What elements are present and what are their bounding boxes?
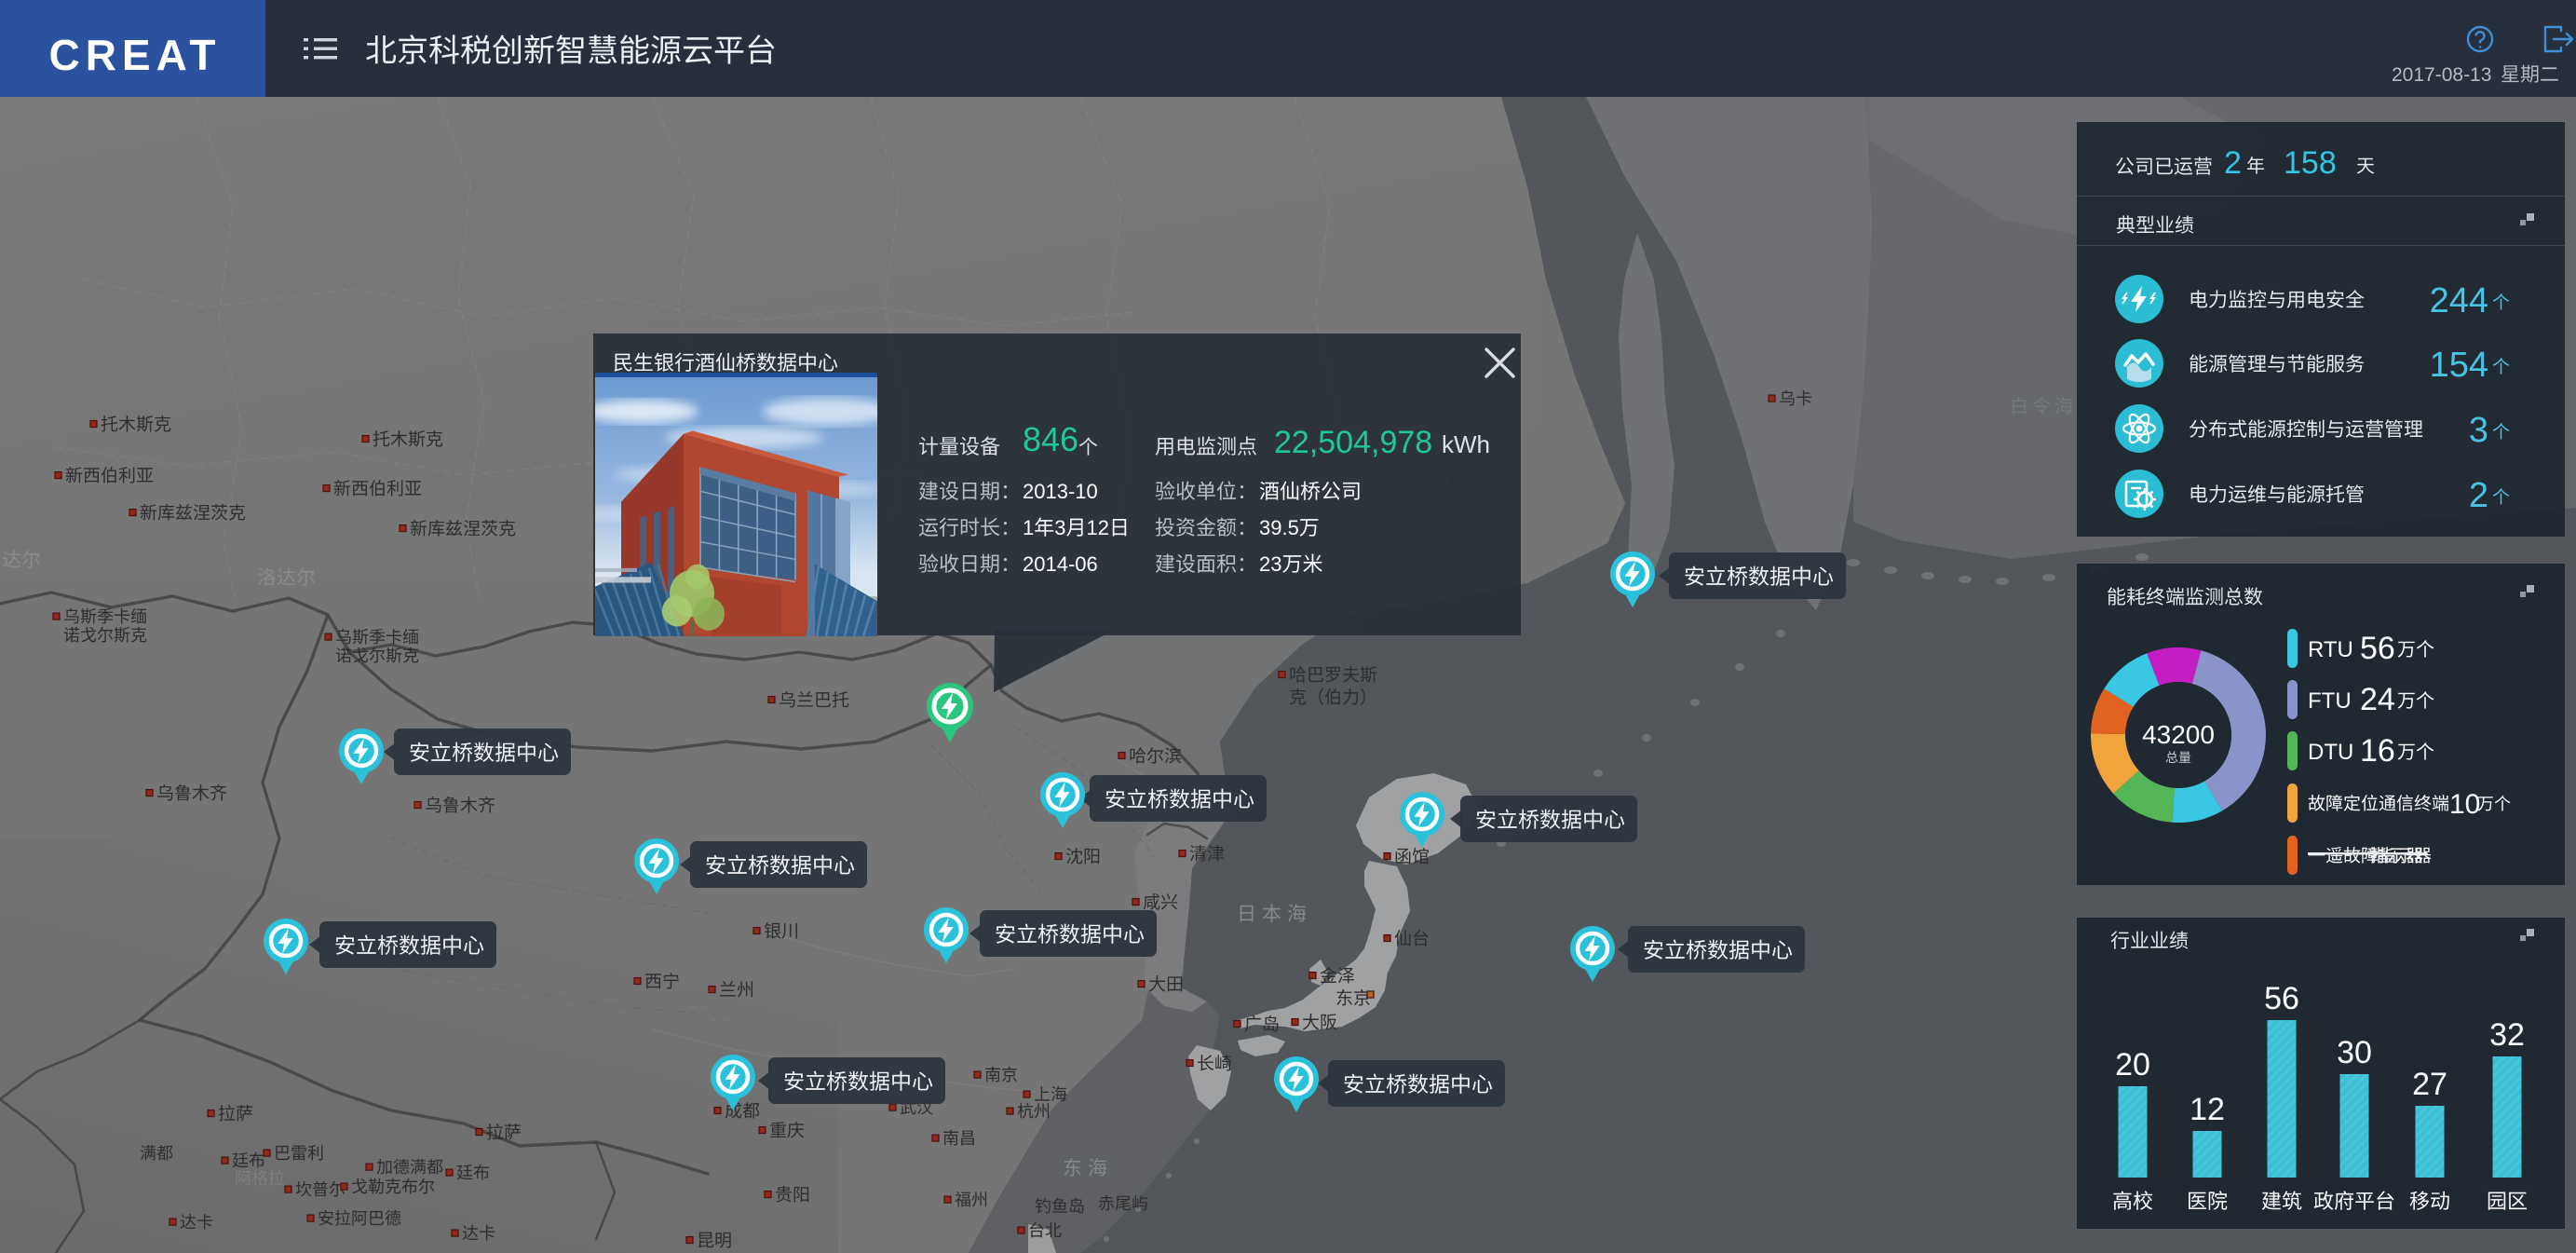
svg-text:244: 244 <box>2430 281 2488 320</box>
svg-text:56: 56 <box>2264 981 2299 1016</box>
svg-text:43200: 43200 <box>2142 720 2215 749</box>
svg-text:56: 56 <box>2360 631 2395 666</box>
svg-text:23: 23 <box>1259 552 1281 576</box>
svg-text:CREAT: CREAT <box>48 31 221 79</box>
svg-text:3: 3 <box>2469 411 2488 450</box>
svg-text:2: 2 <box>2224 145 2242 181</box>
svg-text:FTU: FTU <box>2308 688 2352 714</box>
svg-text:2: 2 <box>2469 476 2488 515</box>
svg-text:32: 32 <box>2489 1017 2525 1053</box>
svg-text:158: 158 <box>2284 145 2337 181</box>
svg-text:10: 10 <box>2449 789 2480 820</box>
svg-text:846: 846 <box>1023 420 1078 458</box>
svg-text:12: 12 <box>2190 1092 2225 1127</box>
svg-text:2013-10: 2013-10 <box>1023 480 1098 503</box>
svg-text:12: 12 <box>1086 516 1108 539</box>
svg-text:3: 3 <box>1054 516 1065 539</box>
svg-text:24: 24 <box>2360 682 2395 717</box>
svg-text:154: 154 <box>2430 346 2488 385</box>
svg-text:30: 30 <box>2337 1035 2372 1070</box>
svg-text:39.5: 39.5 <box>1259 516 1299 539</box>
svg-text:20: 20 <box>2115 1047 2150 1083</box>
svg-text:22,504,978: 22,504,978 <box>1274 425 1432 460</box>
svg-text:1: 1 <box>1023 516 1034 539</box>
svg-text:DTU: DTU <box>2308 740 2353 765</box>
svg-text:16: 16 <box>2360 733 2395 769</box>
svg-text:RTU: RTU <box>2308 637 2353 662</box>
svg-text:2014-06: 2014-06 <box>1023 552 1098 576</box>
svg-text:kWh: kWh <box>1442 430 1490 458</box>
svg-text:27: 27 <box>2412 1067 2447 1102</box>
svg-text:2017-08-13: 2017-08-13 <box>2392 64 2491 86</box>
